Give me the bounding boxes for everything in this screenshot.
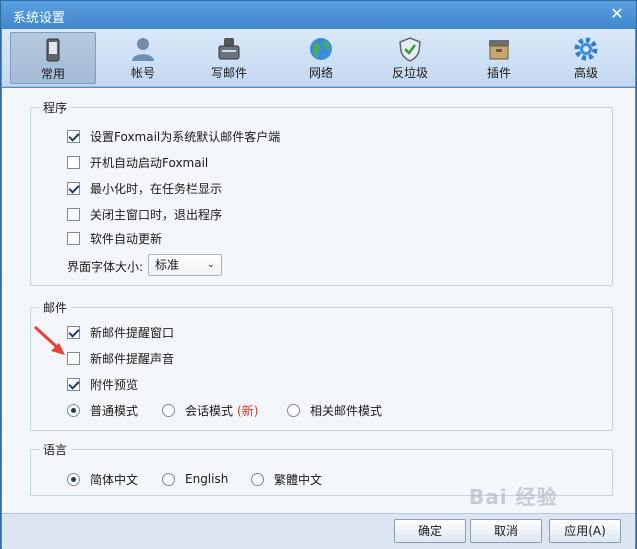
tab-plugins-label: 插件 xyxy=(486,66,511,80)
close-icon[interactable]: ✕ xyxy=(608,5,626,23)
normal-mode-radio[interactable] xyxy=(67,403,80,417)
lang-simplified-option[interactable]: 简体中文 xyxy=(67,470,138,488)
default-client-label: 设置Foxmail为系统默认邮件客户端 xyxy=(90,129,281,144)
tab-general[interactable]: 常用 xyxy=(10,32,96,84)
font-size-value: 标准 xyxy=(155,258,180,272)
new-mail-window-option[interactable]: 新邮件提醒窗口 xyxy=(67,323,174,341)
settings-toolbar: 常用 帐号 写邮件 网络 反垃圾 插件 高级 xyxy=(2,29,635,87)
dialog-footer: 确定 取消 应用(A) xyxy=(2,513,635,549)
settings-content: 程序 设置Foxmail为系统默认邮件客户端 开机自动启动Foxmail 最小化… xyxy=(2,88,635,513)
program-group-title: 程序 xyxy=(39,99,72,116)
tab-antispam[interactable]: 反垃圾 xyxy=(367,32,453,84)
attachment-preview-label: 附件预览 xyxy=(90,377,139,392)
lang-simplified-label: 简体中文 xyxy=(90,472,139,487)
mail-group-title: 邮件 xyxy=(39,299,72,316)
apply-button[interactable]: 应用(A) xyxy=(549,519,621,543)
lang-english-radio[interactable] xyxy=(162,472,175,486)
tab-antispam-label: 反垃圾 xyxy=(391,66,428,80)
related-mode-option[interactable]: 相关邮件模式 xyxy=(287,401,382,419)
lang-traditional-radio[interactable] xyxy=(251,472,264,486)
compose-icon xyxy=(218,38,240,60)
lang-traditional-option[interactable]: 繁體中文 xyxy=(251,470,322,488)
attachment-preview-checkbox[interactable] xyxy=(67,377,80,391)
tab-compose[interactable]: 写邮件 xyxy=(186,32,272,84)
lang-english-label: English xyxy=(185,472,229,486)
lang-simplified-radio[interactable] xyxy=(67,472,80,486)
default-client-checkbox[interactable] xyxy=(67,129,80,143)
conversation-mode-label: 会话模式 xyxy=(185,403,234,418)
lang-english-option[interactable]: English xyxy=(162,470,228,488)
ok-button[interactable]: 确定 xyxy=(394,519,466,543)
related-mode-label: 相关邮件模式 xyxy=(310,403,383,418)
auto-update-label: 软件自动更新 xyxy=(90,231,163,246)
new-mail-sound-label: 新邮件提醒声音 xyxy=(90,351,175,366)
shield-icon xyxy=(399,37,421,62)
autostart-checkbox[interactable] xyxy=(67,155,80,169)
chevron-down-icon: ⌄ xyxy=(206,259,215,270)
new-mail-sound-option[interactable]: 新邮件提醒声音 xyxy=(67,349,174,367)
close-exit-label: 关闭主窗口时，退出程序 xyxy=(90,207,223,222)
conversation-mode-radio[interactable] xyxy=(162,403,175,417)
title-bar: 系统设置 ✕ xyxy=(1,1,636,29)
minimize-taskbar-label: 最小化时，在任务栏显示 xyxy=(90,181,223,196)
tab-advanced[interactable]: 高级 xyxy=(543,32,629,84)
normal-mode-option[interactable]: 普通模式 xyxy=(67,401,138,419)
normal-mode-label: 普通模式 xyxy=(90,403,139,418)
minimize-taskbar-checkbox[interactable] xyxy=(67,181,80,195)
font-size-label: 界面字体大小: xyxy=(67,259,144,274)
related-mode-radio[interactable] xyxy=(287,403,300,417)
gear-icon xyxy=(574,37,598,61)
new-badge: (新) xyxy=(237,403,259,418)
annotation-arrow-icon xyxy=(33,325,65,355)
tab-network-label: 网络 xyxy=(308,66,333,80)
font-size-select[interactable]: 标准 ⌄ xyxy=(148,254,222,276)
autostart-option[interactable]: 开机自动启动Foxmail xyxy=(67,153,208,171)
lang-traditional-label: 繁體中文 xyxy=(274,472,323,487)
watermark: Bai 经验 xyxy=(469,485,558,509)
attachment-preview-option[interactable]: 附件预览 xyxy=(67,375,138,393)
settings-window: 系统设置 ✕ 常用 帐号 写邮件 网络 反垃圾 插件 高级 程序 设置Foxma… xyxy=(0,0,637,549)
user-icon xyxy=(132,38,154,61)
tab-plugins[interactable]: 插件 xyxy=(456,32,542,84)
tab-compose-label: 写邮件 xyxy=(210,66,247,80)
autostart-label: 开机自动启动Foxmail xyxy=(90,155,209,170)
close-exit-checkbox[interactable] xyxy=(67,207,80,221)
minimize-taskbar-option[interactable]: 最小化时，在任务栏显示 xyxy=(67,179,222,197)
tab-account[interactable]: 帐号 xyxy=(100,32,186,84)
plugin-icon xyxy=(489,40,509,60)
conversation-mode-option[interactable]: 会话模式 (新) xyxy=(162,401,258,419)
mail-group: 邮件 新邮件提醒窗口 新邮件提醒声音 附件预览 普通模式 会话模式 (新) 相关… xyxy=(30,299,613,431)
tab-advanced-label: 高级 xyxy=(573,66,598,80)
tab-general-label: 常用 xyxy=(40,67,65,81)
auto-update-option[interactable]: 软件自动更新 xyxy=(67,229,162,247)
auto-update-checkbox[interactable] xyxy=(67,231,80,245)
font-size-row: 界面字体大小: xyxy=(67,257,143,275)
new-mail-window-label: 新邮件提醒窗口 xyxy=(90,325,175,340)
language-group-title: 语言 xyxy=(39,441,72,458)
tab-network[interactable]: 网络 xyxy=(278,32,364,84)
phone-icon xyxy=(46,38,60,62)
close-exit-option[interactable]: 关闭主窗口时，退出程序 xyxy=(67,205,222,223)
default-client-option[interactable]: 设置Foxmail为系统默认邮件客户端 xyxy=(67,127,280,145)
window-title: 系统设置 xyxy=(13,11,66,26)
tab-account-label: 帐号 xyxy=(130,66,155,80)
globe-icon xyxy=(310,38,332,60)
program-group: 程序 设置Foxmail为系统默认邮件客户端 开机自动启动Foxmail 最小化… xyxy=(30,99,613,286)
cancel-button[interactable]: 取消 xyxy=(470,519,542,543)
